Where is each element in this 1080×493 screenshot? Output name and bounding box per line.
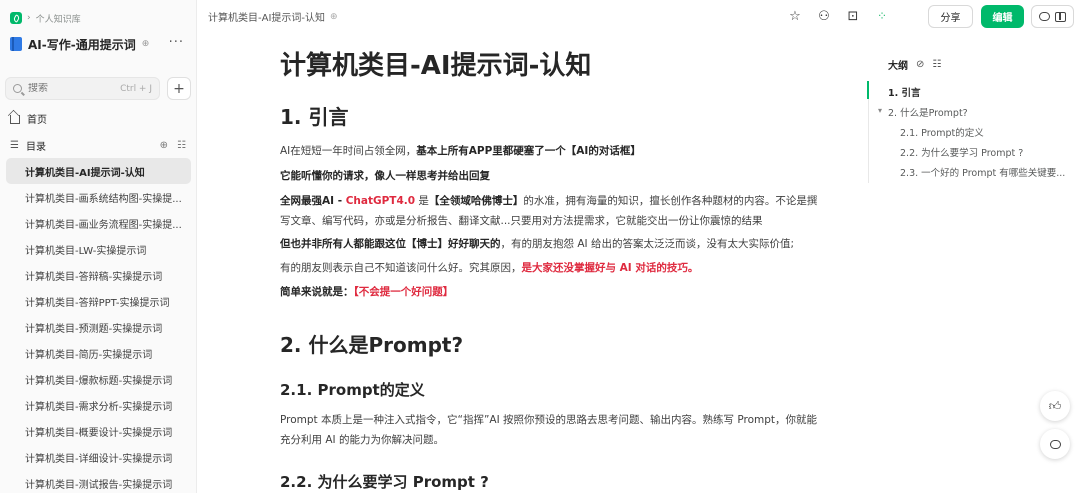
sidebar: › 个人知识库 AI-写作-通用提示词 ⊕ ··· Ctrl + J + 首页 … (0, 0, 197, 493)
add-member-icon[interactable]: ⚇ (816, 6, 832, 26)
bold-text: 它能听懂你的请求，像人一样思考并给出回复 (280, 170, 490, 182)
text-span: AI在短短一年时间占领全网， (280, 145, 417, 157)
knowledge-base-name: AI-写作-通用提示词 (28, 37, 136, 52)
home-icon (10, 115, 20, 124)
paragraph: 有的朋友则表示自己不知道该问什么好。究其原因，是大家还没掌握好与 AI 对话的技… (280, 258, 825, 278)
like-button[interactable]: 👍︎ (1040, 391, 1070, 421)
doc-item[interactable]: 计算机类目-需求分析-实操提示词 (6, 392, 191, 418)
outline-list-icon[interactable]: ☷ (932, 59, 941, 70)
globe-icon: ⊕ (141, 39, 150, 49)
apps-icon[interactable]: ⁘ (874, 6, 890, 26)
outline-active-marker (867, 81, 869, 99)
outline-item[interactable]: 2.1. Prompt的定义 (900, 125, 984, 139)
hide-eye-icon[interactable]: ⊘ (916, 59, 924, 70)
document-breadcrumb: 计算机类目-AI提示词-认知 ⊕ (208, 9, 338, 25)
doc-item-active[interactable]: 计算机类目-AI提示词-认知 (6, 158, 191, 184)
more-options-icon[interactable]: ··· (169, 35, 184, 50)
subsection-heading-definition: 2.1. Prompt的定义 (280, 381, 425, 399)
document-breadcrumb-label: 计算机类目-AI提示词-认知 (208, 13, 326, 24)
yuque-logo-icon[interactable] (10, 12, 22, 24)
comment-icon (1049, 439, 1061, 449)
star-icon[interactable]: ☆ (787, 6, 803, 26)
paragraph: 但也并非所有人都能跟这位【博士】好好聊天的，有的朋友抱怨 AI 给出的答案太泛泛… (280, 234, 825, 254)
bold-text: 但也并非所有人都能跟这位【博士】好好聊天的 (280, 238, 501, 250)
sidebar-item-home[interactable]: 首页 (6, 107, 192, 129)
paragraph: 简单来说就是：【不会提一个好问题】 (280, 282, 825, 302)
section-heading-prompt: 2. 什么是Prompt? (280, 333, 464, 357)
doc-item[interactable]: 计算机类目-详细设计-实操提示词 (6, 444, 191, 470)
document-content: 计算机类目-AI提示词-认知 1. 引言 AI在短短一年时间占领全网，基本上所有… (280, 34, 825, 493)
collapse-list-icon[interactable]: ☷ (177, 140, 186, 151)
bold-text: 基本上所有APP里都硬塞了一个【AI的对话框】 (416, 145, 641, 157)
library-breadcrumb-label: 个人知识库 (35, 14, 81, 25)
list-indent-icon: ☰ (10, 139, 19, 151)
outline-title: 大纲 (888, 61, 908, 72)
search-icon (13, 84, 22, 93)
outline-track (867, 81, 869, 183)
view-toggle (1031, 5, 1074, 28)
comment-icon[interactable] (1038, 12, 1050, 21)
text-span: ，有的朋友抱怨 AI 给出的答案太泛泛而谈，没有太大实际价值; (500, 238, 795, 250)
highlight-text: 【不会提一个好问题】 (353, 286, 454, 298)
search-input[interactable] (28, 83, 108, 94)
doc-item[interactable]: 计算机类目-答辩PPT-实操提示词 (6, 288, 191, 314)
section-heading-intro: 1. 引言 (280, 105, 349, 129)
edit-button[interactable]: 编辑 (981, 5, 1024, 28)
caret-down-icon[interactable]: ▾ (878, 106, 882, 115)
document-list: 计算机类目-AI提示词-认知 计算机类目-画系统结构图-实操提... 计算机类目… (6, 158, 191, 493)
sidebar-item-label: 目录 (25, 141, 46, 153)
text-span: 是 (415, 195, 429, 207)
paragraph: AI在短短一年时间占领全网，基本上所有APP里都硬塞了一个【AI的对话框】 (280, 141, 825, 161)
sidebar-item-toc[interactable]: ☰ 目录 ⊕ ☷ (6, 134, 192, 156)
paragraph: Prompt 本质上是一种注入式指令，它“指挥”AI 按照你预设的思路去思考问题… (280, 410, 825, 450)
sidebar-item-label: 首页 (27, 114, 47, 126)
doc-item[interactable]: 计算机类目-测试报告-实操提示词 (6, 470, 191, 493)
doc-item[interactable]: 计算机类目-画业务流程图-实操提... (6, 210, 191, 236)
highlight-text: 是大家还没掌握好与 AI 对话的技巧。 (521, 262, 699, 274)
text-span: 有的朋友则表示自己不知道该问什么好。究其原因， (280, 262, 522, 274)
search-box[interactable]: Ctrl + J (5, 77, 160, 100)
sidebar-panel-icon[interactable] (1055, 11, 1067, 22)
paragraph: 全网最强AI - ChatGPT4.0 是【全领域哈佛博士】的水准，拥有海量的知… (280, 191, 825, 231)
doc-item[interactable]: 计算机类目-爆款标题-实操提示词 (6, 366, 191, 392)
globe-icon: ⊕ (330, 11, 338, 22)
top-bar: 计算机类目-AI提示词-认知 ⊕ ☆ ⚇ ⊡ ⁘ 分享 编辑 (197, 0, 1080, 34)
outline-item[interactable]: 2. 什么是Prompt? (888, 105, 968, 119)
outline-header: 大纲 ⊘ ☷ (888, 57, 941, 72)
subsection-heading-why: 2.2. 为什么要学习 Prompt ? (280, 473, 489, 491)
knowledge-base-title[interactable]: AI-写作-通用提示词 ⊕ ··· (10, 34, 190, 54)
outline-item[interactable]: 2.3. 一个好的 Prompt 有哪些关键要... (900, 165, 1072, 179)
locate-icon[interactable]: ⊕ (160, 140, 168, 151)
paragraph: 它能听懂你的请求，像人一样思考并给出回复 (280, 166, 825, 186)
chevron-right-icon: › (27, 13, 31, 23)
text-span: Prompt 本质上是一种注入式指令，它“指挥”AI 按照你预设的思路去思考问题… (280, 414, 818, 446)
page-title: 计算机类目-AI提示词-认知 (280, 51, 592, 81)
toolbar-icons: ☆ ⚇ ⊡ ⁘ (787, 6, 890, 26)
bold-text: 全网最强AI - (280, 195, 346, 207)
present-icon[interactable]: ⊡ (845, 6, 861, 26)
add-button[interactable]: + (167, 77, 191, 100)
doc-item[interactable]: 计算机类目-预测题-实操提示词 (6, 314, 191, 340)
outline-item[interactable]: 2.2. 为什么要学习 Prompt ? (900, 145, 1023, 159)
doc-item[interactable]: 计算机类目-画系统结构图-实操提... (6, 184, 191, 210)
thumbs-up-icon: 👍︎ (1048, 398, 1062, 413)
doc-item[interactable]: 计算机类目-概要设计-实操提示词 (6, 418, 191, 444)
highlight-text: ChatGPT4.0 (345, 195, 416, 207)
bold-text: 简单来说就是： (280, 286, 354, 298)
bold-text: 【全领域哈佛博士】 (428, 195, 524, 207)
doc-item[interactable]: 计算机类目-简历-实操提示词 (6, 340, 191, 366)
book-icon (10, 37, 22, 51)
share-button[interactable]: 分享 (928, 5, 973, 28)
library-breadcrumb[interactable]: › 个人知识库 (10, 10, 81, 26)
search-shortcut: Ctrl + J (120, 83, 152, 94)
comment-button[interactable] (1040, 429, 1070, 459)
doc-item[interactable]: 计算机类目-答辩稿-实操提示词 (6, 262, 191, 288)
outline-item[interactable]: 1. 引言 (888, 85, 921, 99)
doc-item[interactable]: 计算机类目-LW-实操提示词 (6, 236, 191, 262)
